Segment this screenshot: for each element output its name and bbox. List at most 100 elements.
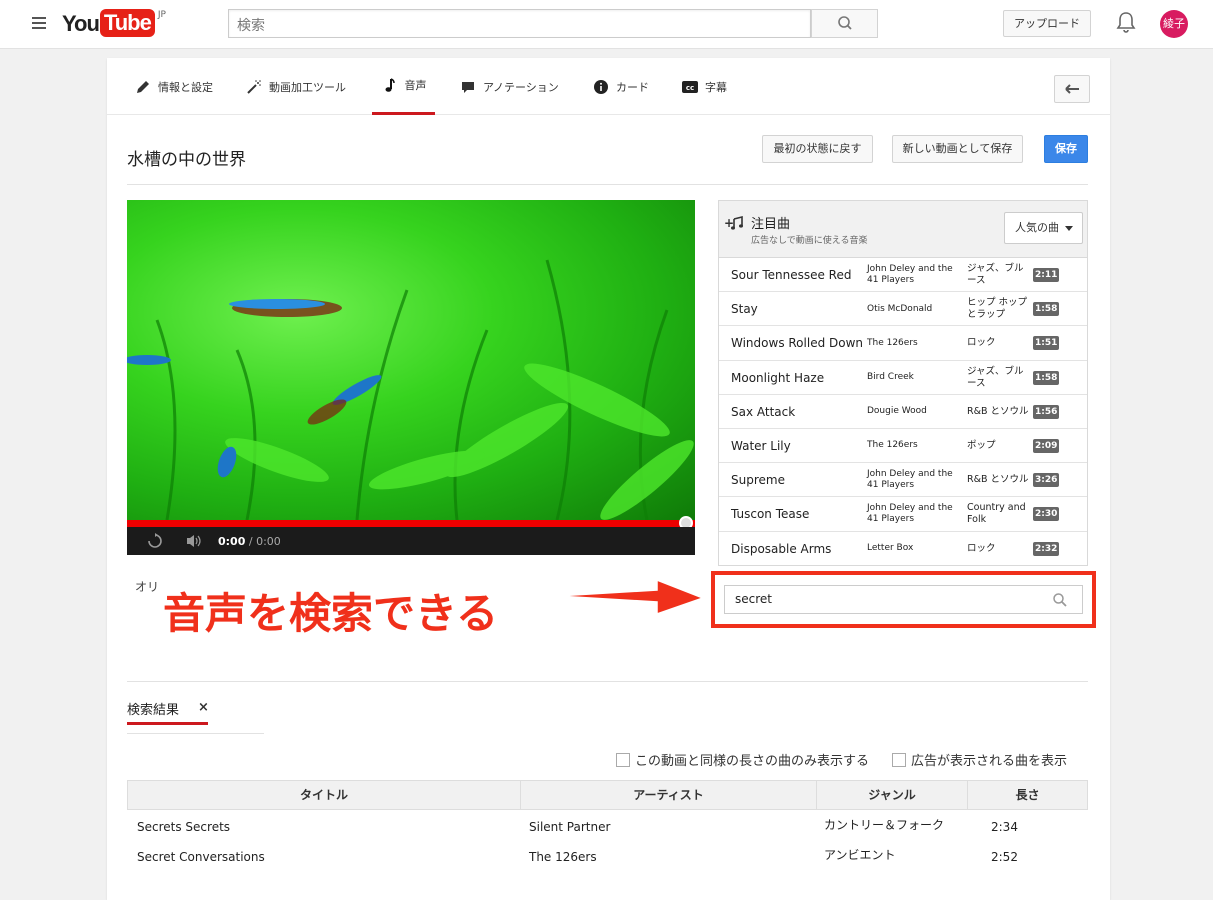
track-genre: R&B とソウル bbox=[967, 474, 1029, 486]
original-audio-label: オリ bbox=[135, 580, 160, 594]
video-title: 水槽の中の世界 bbox=[127, 150, 246, 170]
video-frame bbox=[127, 200, 695, 521]
tab-annotations[interactable]: アノテーション bbox=[459, 58, 559, 115]
upload-button[interactable]: アップロード bbox=[1003, 10, 1091, 37]
editor-card: 情報と設定 動画加工ツール 音声 アノテーション カード cc 字幕 水槽の中の… bbox=[107, 58, 1110, 900]
track-artist: The 126ers bbox=[867, 440, 918, 451]
close-results-button[interactable]: × bbox=[198, 700, 209, 715]
back-button[interactable] bbox=[1054, 75, 1090, 103]
track-title: Sour Tennessee Red bbox=[731, 268, 852, 282]
progress-bar[interactable] bbox=[127, 520, 695, 527]
track-genre: ロック bbox=[967, 337, 996, 349]
track-row[interactable]: Moonlight Haze Bird Creek ジャズ、ブルース 1:58 bbox=[719, 361, 1087, 395]
sort-dropdown[interactable]: 人気の曲 bbox=[1004, 212, 1083, 244]
add-music-icon: + bbox=[724, 215, 743, 230]
track-duration: 2:32 bbox=[1033, 541, 1060, 556]
replay-icon[interactable] bbox=[147, 533, 163, 549]
tab-label: 音声 bbox=[404, 79, 427, 92]
search-icon bbox=[838, 16, 852, 30]
aquarium-scene bbox=[127, 259, 694, 521]
track-artist: John Deley and the 41 Players bbox=[867, 264, 953, 285]
info-icon bbox=[592, 78, 610, 96]
track-genre: ジャズ、ブルース bbox=[967, 365, 1024, 389]
track-row[interactable]: Water Lily The 126ers ポップ 2:09 bbox=[719, 429, 1087, 464]
col-length[interactable]: 長さ bbox=[968, 781, 1087, 809]
logo-region: JP bbox=[157, 10, 166, 20]
result-title: Secret Conversations bbox=[137, 850, 265, 864]
track-duration: 1:56 bbox=[1033, 404, 1060, 419]
search-icon[interactable] bbox=[1052, 592, 1068, 608]
track-artist: John Deley and the 41 Players bbox=[867, 503, 953, 525]
menu-icon[interactable] bbox=[32, 17, 46, 29]
col-genre[interactable]: ジャンル bbox=[817, 781, 968, 809]
result-genre: アンビエント bbox=[824, 848, 896, 862]
track-genre: ロック bbox=[967, 542, 996, 554]
pencil-icon bbox=[134, 78, 152, 96]
logo-you: You bbox=[62, 11, 100, 36]
track-row[interactable]: Supreme John Deley and the 41 Players R&B … bbox=[719, 463, 1087, 498]
save-as-new-button[interactable]: 新しい動画として保存 bbox=[892, 135, 1023, 163]
tab-subtitles[interactable]: cc 字幕 bbox=[681, 58, 727, 115]
annotation-arrow bbox=[556, 578, 705, 616]
track-duration: 2:09 bbox=[1033, 438, 1060, 453]
tab-audio[interactable]: 音声 bbox=[372, 58, 435, 115]
results-table-header: タイトル アーティスト ジャンル 長さ bbox=[127, 780, 1088, 810]
track-duration: 1:58 bbox=[1033, 370, 1060, 385]
track-duration: 2:30 bbox=[1033, 507, 1060, 522]
track-title: Disposable Arms bbox=[731, 541, 832, 556]
volume-icon[interactable] bbox=[185, 533, 203, 549]
track-artist: Letter Box bbox=[867, 543, 914, 553]
annotation-text: 音声を検索できる bbox=[163, 589, 499, 638]
tab-label: 動画加工ツール bbox=[269, 80, 346, 94]
col-title[interactable]: タイトル bbox=[128, 781, 521, 809]
music-panel-subtitle: 広告なしで動画に使える音楽 bbox=[751, 236, 868, 246]
music-note-icon bbox=[381, 76, 399, 94]
table-row[interactable]: Secrets Secrets Silent Partner カントリー＆フォーク 2… bbox=[127, 810, 1088, 841]
table-row[interactable]: Secret Conversations The 126ers アンビエント 2:52 bbox=[127, 841, 1088, 872]
tab-info-settings[interactable]: 情報と設定 bbox=[134, 58, 213, 115]
music-panel-title: 注目曲 bbox=[751, 217, 791, 232]
cc-icon: cc bbox=[681, 78, 699, 96]
track-row[interactable]: Disposable Arms Letter Box ロック 2:32 bbox=[719, 532, 1087, 566]
search-button[interactable] bbox=[811, 9, 878, 38]
tab-label: アノテーション bbox=[483, 80, 559, 94]
video-player[interactable]: 0:00 / 0:00 bbox=[127, 200, 695, 555]
divider bbox=[127, 681, 1088, 682]
track-title: Moonlight Haze bbox=[731, 370, 825, 385]
save-button[interactable]: 保存 bbox=[1044, 135, 1088, 163]
tab-cards[interactable]: カード bbox=[592, 58, 649, 115]
filter-ads-checkbox[interactable]: 広告が表示される曲を表示 bbox=[892, 750, 1067, 769]
track-title: Tuscon Tease bbox=[731, 507, 810, 522]
player-controls: 0:00 / 0:00 bbox=[127, 527, 695, 555]
tab-enhancements[interactable]: 動画加工ツール bbox=[245, 58, 346, 115]
track-artist: The 126ers bbox=[867, 337, 918, 348]
track-title: Sax Attack bbox=[731, 404, 796, 419]
result-artist: The 126ers bbox=[529, 850, 597, 864]
music-search-value: secret bbox=[735, 592, 772, 606]
speech-bubble-icon bbox=[459, 78, 477, 96]
track-row[interactable]: Tuscon Tease John Deley and the 41 Player… bbox=[719, 497, 1087, 532]
search-input[interactable]: 検索 bbox=[228, 9, 811, 38]
music-search-input[interactable]: secret bbox=[724, 585, 1083, 614]
track-row[interactable]: Sax Attack Dougie Wood R&B とソウル 1:56 bbox=[719, 395, 1087, 429]
avatar[interactable]: 綾子 bbox=[1160, 10, 1188, 38]
checkbox[interactable] bbox=[892, 752, 906, 767]
logo-tube: Tube bbox=[99, 9, 155, 37]
music-panel: + 注目曲 広告なしで動画に使える音楽 人気の曲 Sour Tennessee … bbox=[718, 200, 1088, 566]
track-row[interactable]: Sour Tennessee Red John Deley and the 41 … bbox=[719, 258, 1087, 293]
track-title: Stay bbox=[731, 302, 758, 317]
filter-same-length-checkbox[interactable]: この動画と同様の長さの曲のみ表示する bbox=[616, 750, 869, 769]
track-row[interactable]: Stay Otis McDonald ヒップ ホップとラップ 1:58 bbox=[719, 292, 1087, 327]
divider bbox=[127, 733, 264, 734]
checkbox[interactable] bbox=[616, 752, 630, 767]
revert-button[interactable]: 最初の状態に戻す bbox=[762, 135, 873, 163]
youtube-logo[interactable]: You Tube JP bbox=[62, 9, 166, 39]
results-rows: Secrets Secrets Silent Partner カントリー＆フォーク 2… bbox=[127, 810, 1088, 872]
col-artist[interactable]: アーティスト bbox=[521, 781, 817, 809]
track-row[interactable]: Windows Rolled Down The 126ers ロック 1:51 bbox=[719, 326, 1087, 361]
track-artist: Bird Creek bbox=[867, 372, 914, 383]
track-title: Windows Rolled Down bbox=[731, 336, 864, 351]
duration: / 0:00 bbox=[248, 535, 281, 548]
result-length: 2:52 bbox=[991, 850, 1018, 864]
bell-icon[interactable] bbox=[1116, 11, 1136, 35]
